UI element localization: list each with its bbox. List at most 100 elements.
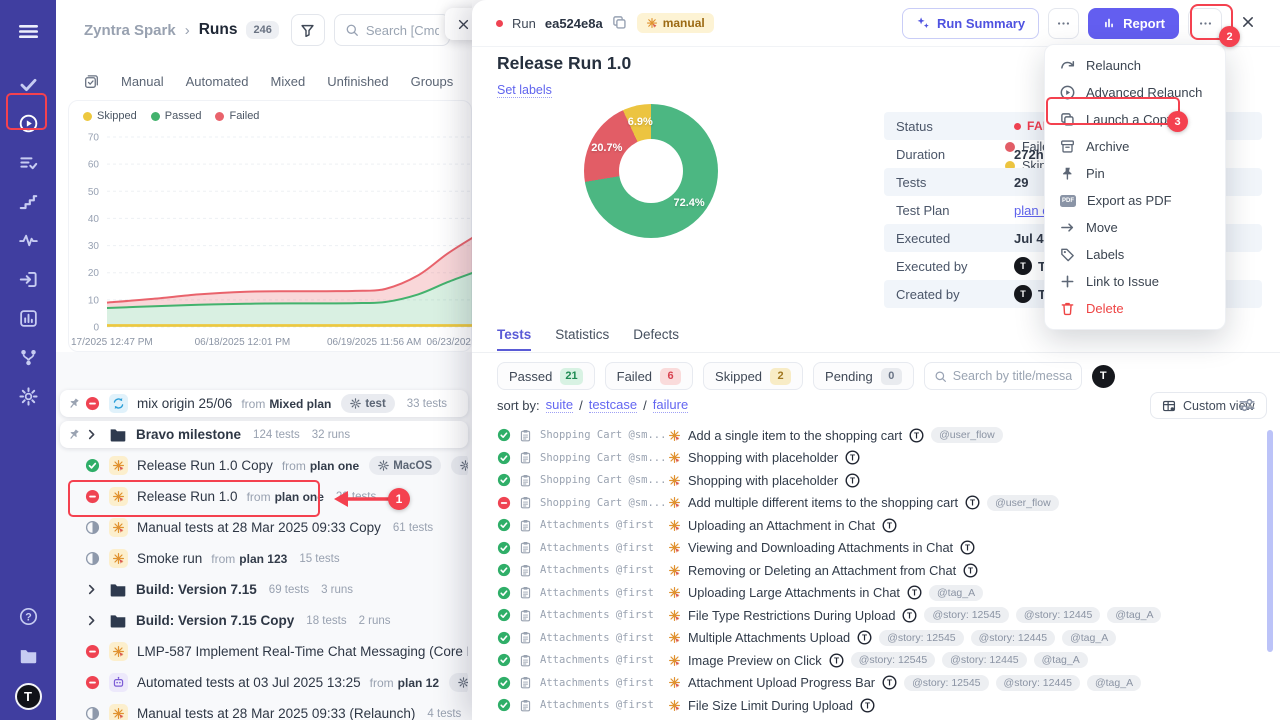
- run-list-item[interactable]: Manual tests at 28 Mar 2025 09:33 (Relau…: [60, 700, 468, 720]
- menu-item-delete[interactable]: Delete: [1045, 295, 1225, 322]
- test-row[interactable]: Attachments @firstAttachment Upload Prog…: [497, 674, 1280, 692]
- sidebar-item-check[interactable]: [8, 65, 48, 104]
- filter-button[interactable]: [291, 14, 325, 46]
- sidebar-item-sign-in[interactable]: [8, 260, 48, 299]
- menu-item-move[interactable]: Move: [1045, 214, 1225, 241]
- run-more-actions-button[interactable]: [1188, 8, 1222, 39]
- folder-icon: [109, 581, 127, 599]
- workspace-logo[interactable]: T: [15, 683, 42, 710]
- runs-tab-unfinished[interactable]: Unfinished: [327, 74, 388, 89]
- menu-item-export-as-pdf[interactable]: PDFExport as PDF: [1045, 187, 1225, 214]
- plan-name[interactable]: plan 123: [239, 552, 287, 566]
- svg-text:06/18/2025 12:01 PM: 06/18/2025 12:01 PM: [195, 337, 291, 348]
- breadcrumb-project[interactable]: Zyntra Spark: [84, 22, 176, 39]
- runs-tab-manual[interactable]: Manual: [121, 74, 164, 89]
- test-row[interactable]: Shopping Cart @sm...Add a single item to…: [497, 426, 1280, 444]
- filter-passed[interactable]: Passed21: [497, 362, 595, 390]
- test-row[interactable]: Attachments @firstUploading Large Attach…: [497, 584, 1280, 602]
- gear-icon: [458, 677, 468, 688]
- steps-icon: [19, 192, 38, 211]
- menu-item-labels[interactable]: Labels: [1045, 241, 1225, 268]
- auto-run-icon: [109, 673, 128, 692]
- sidebar-item-menu[interactable]: [8, 12, 48, 51]
- run-list-item[interactable]: Build: Version 7.1569 tests3 runs: [60, 576, 468, 603]
- menu-item-launch-a-copy[interactable]: Launch a Copy: [1045, 106, 1225, 133]
- test-row[interactable]: Attachments @firstRemoving or Deleting a…: [497, 561, 1280, 579]
- run-name: Build: Version 7.15: [136, 582, 257, 597]
- runs-tab-automated[interactable]: Automated: [186, 74, 249, 89]
- t-circle-icon: T: [960, 540, 975, 555]
- svg-text:T: T: [887, 521, 892, 530]
- sidebar-item-bar-chart[interactable]: [8, 299, 48, 338]
- run-name: Bravo milestone: [136, 427, 241, 442]
- runs-tab-groups[interactable]: Groups: [411, 74, 454, 89]
- run-list-item[interactable]: Smoke runfromplan 12315 tests: [60, 545, 468, 572]
- set-labels-link[interactable]: Set labels: [497, 83, 552, 98]
- menu-item-pin[interactable]: Pin: [1045, 160, 1225, 187]
- run-list-item[interactable]: Release Run 1.0 Copyfromplan oneMacOSdev…: [60, 452, 468, 479]
- run-summary-button[interactable]: Run Summary: [902, 8, 1039, 39]
- test-tag: @user_flow: [931, 427, 1003, 443]
- runs-search-input[interactable]: [366, 23, 439, 38]
- runs-tab-mixed[interactable]: Mixed: [271, 74, 306, 89]
- user-avatar[interactable]: T: [1092, 365, 1115, 388]
- sidebar-item-folder-big[interactable]: [8, 636, 48, 675]
- tests-search-input[interactable]: [953, 369, 1072, 383]
- menu-item-advanced-relaunch[interactable]: Advanced Relaunch: [1045, 79, 1225, 106]
- view-settings-button[interactable]: [1238, 396, 1256, 414]
- tab-tests[interactable]: Tests: [497, 327, 531, 351]
- sort-by-testcase[interactable]: testcase: [589, 397, 637, 413]
- run-list-item[interactable]: Build: Version 7.15 Copy18 tests2 runs: [60, 607, 468, 634]
- user-avatar: T: [1014, 257, 1032, 275]
- donut-slice-label: 20.7%: [591, 142, 622, 154]
- sidebar-item-play-circle[interactable]: [8, 104, 48, 143]
- donut-hole: [619, 139, 683, 203]
- report-button[interactable]: Report: [1088, 8, 1179, 39]
- run-detail-close-button[interactable]: [1238, 13, 1258, 33]
- progress-circle-icon: [85, 520, 100, 535]
- test-row[interactable]: Attachments @firstMultiple Attachments U…: [497, 629, 1280, 647]
- scrollbar-thumb[interactable]: [1267, 430, 1273, 652]
- tab-defects[interactable]: Defects: [633, 327, 679, 351]
- plan-name[interactable]: Mixed plan: [269, 397, 331, 411]
- sort-by-suite[interactable]: suite: [546, 397, 573, 413]
- menu-item-archive[interactable]: Archive: [1045, 133, 1225, 160]
- sidebar-item-gear[interactable]: [8, 377, 48, 416]
- plan-name[interactable]: plan one: [275, 490, 324, 504]
- test-row[interactable]: Attachments @firstFile Type Restrictions…: [497, 606, 1280, 624]
- filter-pending[interactable]: Pending0: [813, 362, 914, 390]
- sidebar-item-activity[interactable]: [8, 221, 48, 260]
- test-suite: Attachments @first: [540, 677, 664, 689]
- sidebar-item-steps[interactable]: [8, 182, 48, 221]
- run-list-item[interactable]: Manual tests at 28 Mar 2025 09:33 Copy61…: [60, 514, 468, 541]
- list-check-icon: [19, 153, 38, 172]
- sidebar-item-help[interactable]: ?: [8, 597, 48, 636]
- filter-skipped[interactable]: Skipped2: [703, 362, 803, 390]
- test-row[interactable]: Shopping Cart @sm...Shopping with placeh…: [497, 471, 1280, 489]
- run-list-item[interactable]: Bravo milestone124 tests32 runs: [60, 421, 468, 448]
- run-list-item[interactable]: LMP-587 Implement Real-Time Chat Messagi…: [60, 638, 468, 665]
- plan-name[interactable]: plan 12: [398, 676, 439, 690]
- copy-run-id-button[interactable]: [612, 15, 628, 31]
- run-list-item[interactable]: mix origin 25/06fromMixed plantest33 tes…: [60, 390, 468, 417]
- spark-manual-icon: [668, 519, 681, 532]
- run-list-item[interactable]: Automated tests at 03 Jul 2025 13:25from…: [60, 669, 468, 696]
- runs-panel-close-button[interactable]: [445, 8, 472, 40]
- test-row[interactable]: Shopping Cart @sm...Shopping with placeh…: [497, 449, 1280, 467]
- plan-name[interactable]: plan one: [310, 459, 359, 473]
- test-row[interactable]: Shopping Cart @sm...Add multiple differe…: [497, 494, 1280, 512]
- run-summary-more-button[interactable]: [1048, 8, 1079, 39]
- tab-statistics[interactable]: Statistics: [555, 327, 609, 351]
- test-row[interactable]: Attachments @firstImage Preview on Click…: [497, 651, 1280, 669]
- test-row[interactable]: Attachments @firstViewing and Downloadin…: [497, 539, 1280, 557]
- sort-by-failure[interactable]: failure: [653, 397, 688, 413]
- sidebar-item-list-check[interactable]: [8, 143, 48, 182]
- filter-failed[interactable]: Failed6: [605, 362, 693, 390]
- sidebar-item-branch[interactable]: [8, 338, 48, 377]
- menu-item-relaunch[interactable]: Relaunch: [1045, 52, 1225, 79]
- test-row[interactable]: Attachments @firstFile Size Limit During…: [497, 696, 1280, 714]
- run-list-item[interactable]: Release Run 1.0fromplan one29 tests: [60, 483, 468, 510]
- test-suite: Attachments @first: [540, 654, 664, 666]
- menu-item-link-to-issue[interactable]: Link to Issue: [1045, 268, 1225, 295]
- test-row[interactable]: Attachments @firstUploading an Attachmen…: [497, 516, 1280, 534]
